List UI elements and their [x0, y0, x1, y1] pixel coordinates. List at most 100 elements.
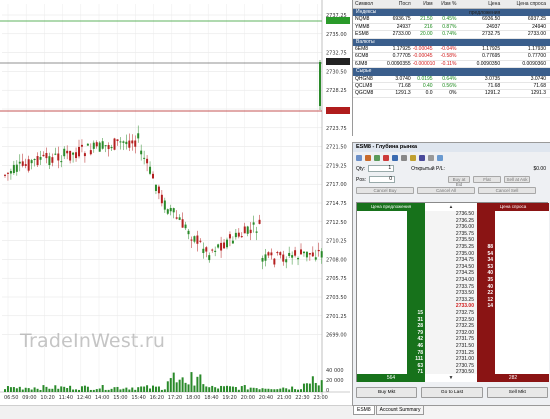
quote-row[interactable]: QGCM8 1291.3 0.0 0% 1291.2 1291.3 [353, 90, 550, 98]
ask-total: 282 [477, 374, 549, 382]
candle-body [252, 222, 255, 225]
volume-bar [308, 383, 311, 392]
quote-cell-sym: YMM8 [355, 23, 370, 30]
ask-size[interactable]: 22 [477, 290, 495, 297]
sell-market-button[interactable]: Sell Mkt [486, 387, 548, 398]
help-icon[interactable] [437, 154, 443, 161]
settings-icon[interactable] [356, 154, 362, 161]
quote-cell-last: 1291.3 [395, 90, 411, 97]
volume-bar [45, 386, 48, 392]
bid-size[interactable]: 31 [407, 317, 425, 324]
quote-row[interactable]: YMM8 24937 216 0.87% 24937 24940 [353, 23, 550, 32]
quote-row[interactable]: ESM8 2733.00 20.00 0.74% 2732.75 2733.00 [353, 31, 550, 39]
quote-row[interactable]: NQM8 6936.75 21.50 0.45% 6936.50 6937.25 [353, 16, 550, 24]
cancel-sell-button[interactable]: Cancel Sell [478, 187, 536, 194]
cancel-buy-button[interactable]: Cancel Buy [356, 187, 414, 194]
quote-row[interactable]: QHGN8 3.0740 0.0195 0.64% 3.0735 3.0740 [353, 76, 550, 83]
chart-status-strip [0, 405, 352, 419]
ask-size[interactable]: 40 [477, 284, 495, 291]
bid-size[interactable]: 42 [407, 336, 425, 343]
chart-icon[interactable] [419, 154, 425, 161]
price-ladder[interactable]: Цена предложения ▲ Цена спроса 2736.50 27… [356, 202, 549, 382]
star-icon[interactable] [410, 154, 416, 161]
ask-size[interactable]: 88 [477, 244, 495, 251]
quote-row[interactable]: 6JM8 0.0090355-0.0000100 -0.11% 0.0090350 0.… [353, 60, 550, 69]
bid-size[interactable]: 46 [407, 343, 425, 350]
bid-size[interactable]: 28 [407, 323, 425, 330]
ladder-price: 2736.25 [455, 217, 474, 224]
volume-bar [258, 389, 261, 392]
candle-body [113, 138, 116, 150]
sell-at-ask-button[interactable]: Sell at Ask [504, 176, 531, 183]
price-chart[interactable]: 2737.252735.002732.752730.502728.252726.… [0, 0, 350, 405]
volume-bar [220, 385, 223, 392]
volume-bar [240, 386, 243, 392]
volume-bar [264, 388, 267, 392]
col-symbol[interactable]: Символ [353, 0, 381, 8]
candle-body [75, 152, 78, 159]
volume-bar [199, 374, 202, 392]
flat-button[interactable]: Flat [473, 176, 502, 183]
col-ask[interactable]: Цена спроса [504, 0, 550, 8]
quote-cell-ask: 2733.00 [527, 31, 546, 38]
candle-body [317, 249, 320, 252]
ask-size[interactable]: 53 [477, 264, 495, 271]
volume-bar [172, 372, 175, 392]
lock-icon[interactable] [401, 154, 407, 161]
candle-body [140, 150, 143, 155]
bid-size[interactable]: 78 [407, 350, 425, 357]
tab-account-summary[interactable]: Account Summary [375, 406, 425, 415]
col-change[interactable]: Изм [413, 0, 435, 8]
volume-bar [21, 389, 24, 392]
ask-size[interactable]: 35 [477, 277, 495, 284]
col-bid[interactable]: Цена предложения [458, 0, 504, 16]
buy-at-bid-button[interactable]: Buy at Bid [448, 176, 471, 187]
bid-size[interactable]: 63 [407, 363, 425, 370]
qty-input[interactable]: 1 [368, 165, 395, 172]
ask-size[interactable]: 54 [477, 251, 495, 258]
volume-tick-label: 0 [326, 388, 329, 394]
refresh-icon[interactable] [374, 154, 380, 161]
print-icon[interactable] [428, 154, 434, 161]
volume-bar [193, 385, 196, 392]
link-icon[interactable] [365, 154, 371, 161]
quote-cell-bid: 6936.50 [482, 16, 501, 23]
col-last[interactable]: Посл [381, 0, 413, 8]
buy-market-button[interactable]: Buy Mkt [356, 387, 418, 398]
y-tick-label: 2699.00 [326, 333, 347, 339]
bid-size[interactable]: 111 [407, 356, 425, 363]
x-tick-label: 19:20 [222, 395, 236, 401]
candle-body [86, 143, 89, 146]
candle-body [249, 229, 252, 234]
bid-size[interactable]: 15 [407, 310, 425, 317]
ask-size[interactable]: 14 [477, 303, 495, 310]
quote-row[interactable]: QCLM8 71.68 0.40 0.56% 71.68 71.68 [353, 83, 550, 91]
candle-body [48, 156, 51, 166]
volume-bar [214, 387, 217, 392]
ask-size[interactable]: 40 [477, 270, 495, 277]
quotes-body: Индексы NQM8 6936.75 21.50 0.45% 6936.50 6937.… [353, 9, 550, 98]
go-to-last-button[interactable]: Go to Last [421, 387, 483, 398]
col-change-pct[interactable]: Изм % [435, 0, 459, 8]
volume-bar [12, 387, 15, 392]
quote-row[interactable]: 6CM8 0.77705 -0.00045 -0.58% 0.77695 0.77700 [353, 53, 550, 61]
quotes-section-header[interactable]: Сырье [353, 68, 550, 76]
volume-bar [202, 384, 205, 392]
order-icon[interactable] [392, 154, 398, 161]
candle-body [146, 158, 149, 164]
quote-cell-sym: 6JM8 [355, 60, 368, 67]
quotes-section-header[interactable]: Индексы [353, 9, 550, 17]
candle-body [24, 164, 27, 166]
alert-icon[interactable] [383, 154, 389, 161]
tab-esm8[interactable]: ESM8 [353, 406, 375, 415]
ask-size[interactable]: 34 [477, 257, 495, 264]
cancel-all-button[interactable]: Cancel All [417, 187, 475, 194]
candle-body [228, 234, 231, 239]
quote-cell-last: 1.17925 [392, 45, 411, 52]
quotes-section-header[interactable]: Валюты [353, 38, 550, 46]
bid-size[interactable]: 79 [407, 330, 425, 337]
ask-size[interactable]: 12 [477, 297, 495, 304]
quote-row[interactable]: 6EM8 1.17925 -0.00045 -0.04% 1.17925 1.17930 [353, 45, 550, 54]
quotes-header: Символ Посл Изм Изм % Цена предложения Ц… [353, 0, 550, 16]
x-tick-label: 22:30 [295, 395, 309, 401]
